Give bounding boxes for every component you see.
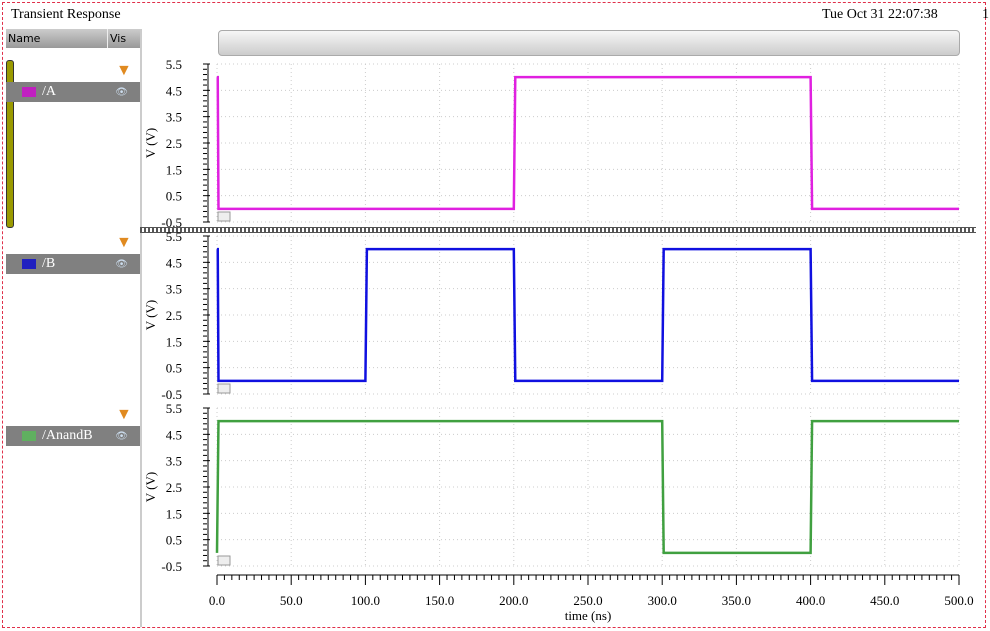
- x-tick-label: 150.0: [425, 593, 454, 608]
- expand-button[interactable]: [217, 211, 231, 222]
- y-tick-label: 5.5: [166, 401, 182, 416]
- y-axis-label: V (V): [143, 472, 158, 502]
- y-tick-label: 0.5: [166, 189, 182, 204]
- y-axis-label: V (V): [143, 300, 158, 330]
- x-tick-label: 100.0: [351, 593, 380, 608]
- y-tick-label: 2.5: [166, 308, 182, 323]
- y-tick-label: 3.5: [166, 454, 182, 469]
- x-axis-label: time (ns): [565, 608, 612, 623]
- y-tick-label: 4.5: [166, 427, 182, 442]
- y-tick-label: 3.5: [166, 110, 182, 125]
- y-tick-label: 0.5: [166, 533, 182, 548]
- y-tick-label: -0.5: [161, 387, 182, 402]
- x-tick-label: 250.0: [573, 593, 602, 608]
- y-axis-label: V (V): [143, 128, 158, 158]
- y-tick-label: 1.5: [166, 162, 182, 177]
- x-tick-label: 400.0: [796, 593, 825, 608]
- y-tick-label: -0.5: [161, 559, 182, 574]
- x-tick-label: 200.0: [499, 593, 528, 608]
- expand-button[interactable]: [217, 383, 231, 394]
- y-tick-label: 1.5: [166, 506, 182, 521]
- y-tick-label: 0.5: [166, 361, 182, 376]
- y-tick-label: 2.5: [166, 480, 182, 495]
- y-tick-label: 4.5: [166, 255, 182, 270]
- y-tick-label: -0.5: [161, 215, 182, 230]
- x-tick-label: 450.0: [870, 593, 899, 608]
- y-tick-label: 2.5: [166, 136, 182, 151]
- x-tick-label: 50.0: [280, 593, 303, 608]
- x-tick-label: 0.0: [209, 593, 225, 608]
- y-tick-label: 3.5: [166, 282, 182, 297]
- expand-button[interactable]: [217, 555, 231, 566]
- y-tick-label: 5.5: [166, 57, 182, 72]
- x-tick-label: 300.0: [648, 593, 677, 608]
- waveform-plot: 5.5 4.5 3.5 2.5 1.5 0.5 -0.5 V (V) 5.5 4.5 3.5 2.5 1…: [143, 57, 974, 623]
- x-tick-label: 500.0: [944, 593, 973, 608]
- y-tick-label: 5.5: [166, 229, 182, 244]
- y-tick-label: 1.5: [166, 334, 182, 349]
- x-tick-label: 350.0: [722, 593, 751, 608]
- y-tick-label: 4.5: [166, 83, 182, 98]
